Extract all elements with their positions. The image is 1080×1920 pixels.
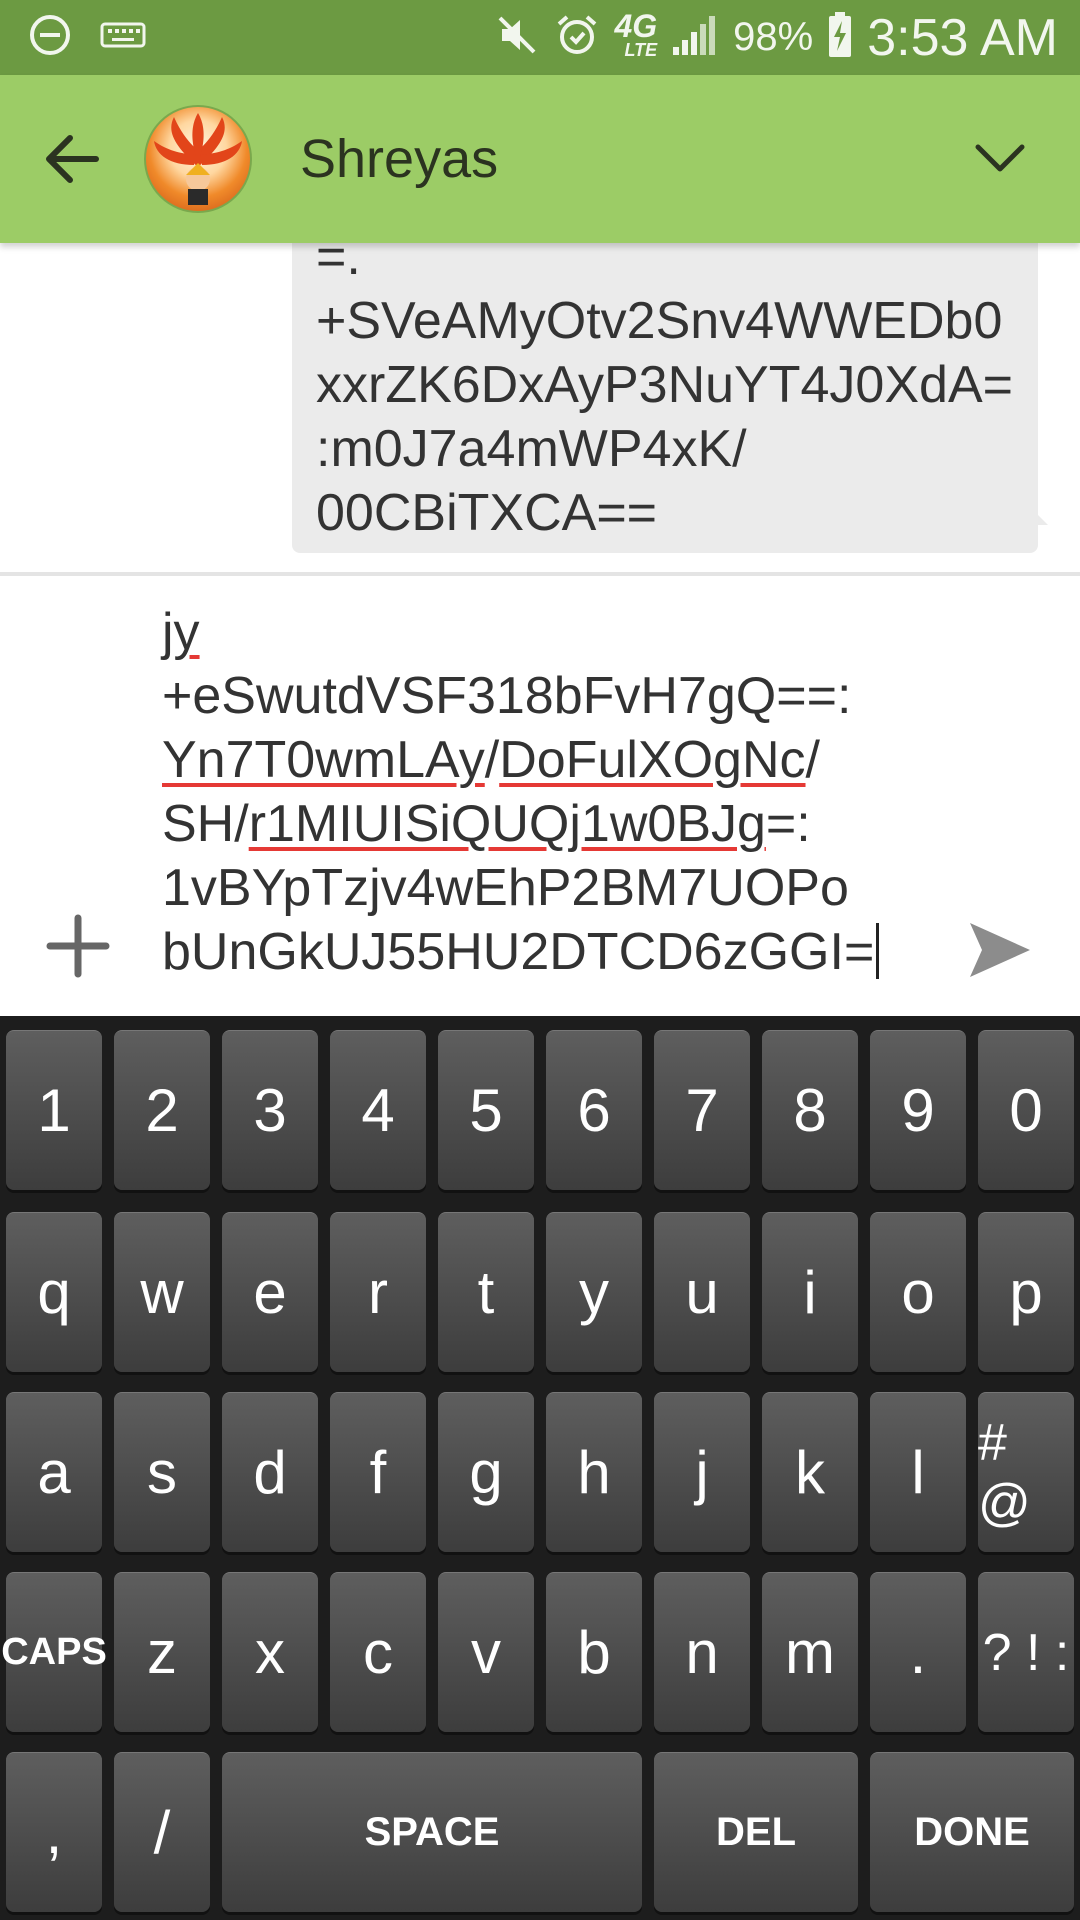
key-period[interactable]: . <box>870 1572 966 1732</box>
key-j[interactable]: j <box>654 1392 750 1552</box>
contact-name: Shreyas <box>300 129 499 189</box>
key-q[interactable]: q <box>6 1212 102 1372</box>
plus-icon <box>46 914 110 978</box>
misspelled-word[interactable]: DoFulXOgNc <box>499 731 805 789</box>
key-1[interactable]: 1 <box>6 1030 102 1190</box>
key-k[interactable]: k <box>762 1392 858 1552</box>
contact-avatar[interactable] <box>144 105 252 213</box>
message-composer: jy +eSwutdVSF318bFvH7gQ==: Yn7T0wmLAy/DoFu… <box>0 576 1080 1016</box>
alarm-icon <box>554 12 600 63</box>
key-9[interactable]: 9 <box>870 1030 966 1190</box>
input-line: bUnGkUJ55HU2DTCD6zGGI= <box>162 920 882 984</box>
soft-keyboard: 1 2 3 4 5 6 7 8 9 0 q w e r t y u i o p a s d f g h j k l # @ CAPS z x c v… <box>0 1016 1080 1920</box>
key-o[interactable]: o <box>870 1212 966 1372</box>
back-arrow-icon <box>46 135 99 183</box>
keyboard-icon <box>100 21 146 54</box>
key-punct[interactable]: ? ! : <box>978 1572 1074 1732</box>
key-3[interactable]: 3 <box>222 1030 318 1190</box>
key-8[interactable]: 8 <box>762 1030 858 1190</box>
message-line: =. <box>316 243 361 286</box>
message-line: :m0J7a4mWP4xK/ <box>316 420 747 478</box>
input-text: =: <box>765 795 811 853</box>
misspelled-word[interactable]: Yn7T0wmLAy <box>162 731 485 789</box>
key-y[interactable]: y <box>546 1212 642 1372</box>
key-u[interactable]: u <box>654 1212 750 1372</box>
attach-button[interactable] <box>38 906 118 986</box>
message-input[interactable]: jy +eSwutdVSF318bFvH7gQ==: Yn7T0wmLAy/DoFu… <box>162 600 882 984</box>
input-line: jy <box>162 600 882 664</box>
key-slash[interactable]: / <box>114 1752 210 1912</box>
key-r[interactable]: r <box>330 1212 426 1372</box>
message-line: 00CBiTXCA== <box>316 484 658 542</box>
input-text: / <box>484 731 500 789</box>
key-g[interactable]: g <box>438 1392 534 1552</box>
input-line: 1vBYpTzjv4wEhP2BM7UOPo <box>162 856 882 920</box>
key-e[interactable]: e <box>222 1212 318 1372</box>
send-button[interactable] <box>960 910 1040 990</box>
battery-charging-icon <box>827 11 853 64</box>
input-text: bUnGkUJ55HU2DTCD6zGGI= <box>162 923 875 981</box>
key-t[interactable]: t <box>438 1212 534 1372</box>
key-d[interactable]: d <box>222 1392 318 1552</box>
key-5[interactable]: 5 <box>438 1030 534 1190</box>
message-line: +SVeAMyOtv2Snv4WWEDb0 <box>316 292 1003 350</box>
signal-icon <box>671 13 719 62</box>
back-button[interactable] <box>22 99 122 219</box>
key-b[interactable]: b <box>546 1572 642 1732</box>
clock: 3:53 AM <box>867 8 1058 67</box>
status-bar: 4G LTE 98% 3:53 AM <box>0 0 1080 75</box>
message-text: =. +SVeAMyOtv2Snv4WWEDb0 xxrZK6DxAyP3NuYT4… <box>316 243 1038 545</box>
key-caps[interactable]: CAPS <box>1 1572 107 1732</box>
key-0[interactable]: 0 <box>978 1030 1074 1190</box>
avatar-image-icon <box>154 113 242 205</box>
key-c[interactable]: c <box>330 1572 426 1732</box>
key-space[interactable]: SPACE <box>222 1752 642 1912</box>
conversation-header: Shreyas <box>0 75 1080 243</box>
misspelled-word[interactable]: r1MIUISiQUQj1w0BJg <box>249 795 766 853</box>
battery-percent: 98% <box>733 15 814 59</box>
key-i[interactable]: i <box>762 1212 858 1372</box>
key-2[interactable]: 2 <box>114 1030 210 1190</box>
text-cursor <box>876 923 880 979</box>
key-v[interactable]: v <box>438 1572 534 1732</box>
key-l[interactable]: l <box>870 1392 966 1552</box>
key-hash-at[interactable]: # @ <box>978 1392 1074 1552</box>
key-w[interactable]: w <box>114 1212 210 1372</box>
key-a[interactable]: a <box>6 1392 102 1552</box>
input-text: +eSwutdVSF318bFvH7gQ==: <box>162 667 852 725</box>
message-list[interactable]: =. +SVeAMyOtv2Snv4WWEDb0 xxrZK6DxAyP3NuYT4… <box>0 243 1080 573</box>
bubble-tail <box>1026 503 1048 525</box>
key-done[interactable]: DONE <box>870 1752 1074 1912</box>
key-x[interactable]: x <box>222 1572 318 1732</box>
key-f[interactable]: f <box>330 1392 426 1552</box>
input-line: SH/r1MIUISiQUQj1w0BJg=: <box>162 792 882 856</box>
key-s[interactable]: s <box>114 1392 210 1552</box>
misspelled-word[interactable]: jy <box>162 603 200 661</box>
key-4[interactable]: 4 <box>330 1030 426 1190</box>
expand-header-button[interactable] <box>960 119 1040 199</box>
chevron-down-icon <box>975 144 1025 172</box>
key-m[interactable]: m <box>762 1572 858 1732</box>
do-not-disturb-icon <box>28 13 72 62</box>
key-z[interactable]: z <box>114 1572 210 1732</box>
mute-icon <box>494 12 540 63</box>
key-p[interactable]: p <box>978 1212 1074 1372</box>
send-icon <box>970 923 1030 977</box>
key-del[interactable]: DEL <box>654 1752 858 1912</box>
network-type-icon: 4G LTE <box>614 7 658 60</box>
message-line: xxrZK6DxAyP3NuYT4J0XdA= <box>316 356 1013 414</box>
key-h[interactable]: h <box>546 1392 642 1552</box>
key-6[interactable]: 6 <box>546 1030 642 1190</box>
input-text: / <box>805 731 820 789</box>
key-n[interactable]: n <box>654 1572 750 1732</box>
input-text: SH/ <box>162 795 249 853</box>
input-text: 1vBYpTzjv4wEhP2BM7UOPo <box>162 859 849 917</box>
input-line: Yn7T0wmLAy/DoFulXOgNc/ <box>162 728 882 792</box>
input-line: +eSwutdVSF318bFvH7gQ==: <box>162 664 882 728</box>
message-bubble-outgoing[interactable]: =. +SVeAMyOtv2Snv4WWEDb0 xxrZK6DxAyP3NuYT4… <box>292 243 1048 553</box>
key-7[interactable]: 7 <box>654 1030 750 1190</box>
key-comma[interactable]: , <box>6 1752 102 1912</box>
